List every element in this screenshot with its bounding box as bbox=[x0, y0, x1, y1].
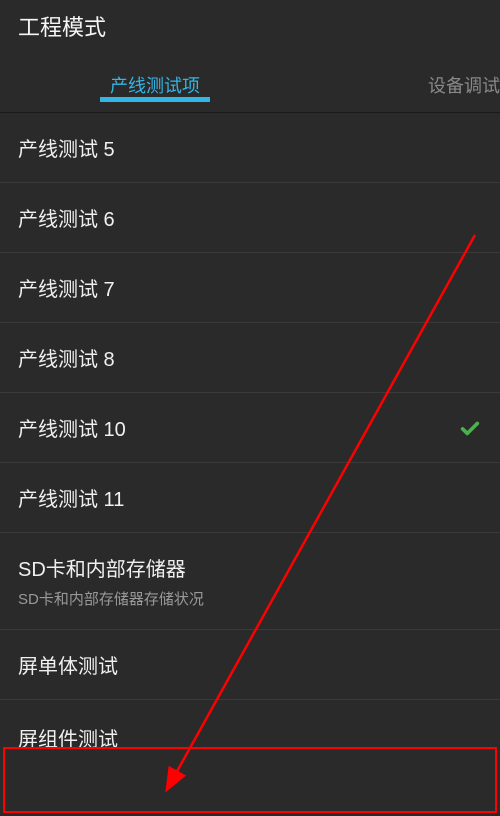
list-item[interactable]: 产线测试 10 bbox=[0, 393, 500, 463]
page-title: 工程模式 bbox=[18, 10, 482, 42]
check-icon bbox=[458, 416, 482, 440]
item-title: 产线测试 6 bbox=[18, 203, 115, 232]
tab-production-test[interactable]: 产线测试项 bbox=[0, 60, 310, 112]
item-title: 产线测试 11 bbox=[18, 483, 124, 512]
tab-label-active: 产线测试项 bbox=[110, 76, 200, 96]
item-title: 产线测试 8 bbox=[18, 343, 115, 372]
item-title: 产线测试 7 bbox=[18, 273, 115, 302]
list-item[interactable]: 产线测试 7 bbox=[0, 253, 500, 323]
tab-device-debug[interactable]: 设备调试 bbox=[310, 60, 500, 112]
test-list: 产线测试 5 产线测试 6 产线测试 7 产线测试 8 产线测试 10 产线测试… bbox=[0, 113, 500, 775]
list-item[interactable]: 屏单体测试 bbox=[0, 630, 500, 700]
header: 工程模式 bbox=[0, 0, 500, 60]
list-item[interactable]: 产线测试 5 bbox=[0, 113, 500, 183]
tab-bar: 产线测试项 设备调试 bbox=[0, 60, 500, 113]
tab-label-inactive: 设备调试 bbox=[428, 76, 500, 96]
item-title: 产线测试 10 bbox=[18, 413, 126, 442]
list-item-screen-component-test[interactable]: 屏组件测试 bbox=[0, 700, 500, 775]
item-title: SD卡和内部存储器 bbox=[18, 553, 204, 582]
item-subtitle: SD卡和内部存储器存储状况 bbox=[18, 588, 204, 609]
list-item[interactable]: 产线测试 11 bbox=[0, 463, 500, 533]
list-item[interactable]: 产线测试 6 bbox=[0, 183, 500, 253]
item-title: 产线测试 5 bbox=[18, 133, 115, 162]
item-title: 屏单体测试 bbox=[18, 650, 118, 679]
list-item[interactable]: SD卡和内部存储器 SD卡和内部存储器存储状况 bbox=[0, 533, 500, 630]
item-title: 屏组件测试 bbox=[18, 723, 118, 752]
tab-active-indicator bbox=[100, 97, 210, 102]
list-item[interactable]: 产线测试 8 bbox=[0, 323, 500, 393]
